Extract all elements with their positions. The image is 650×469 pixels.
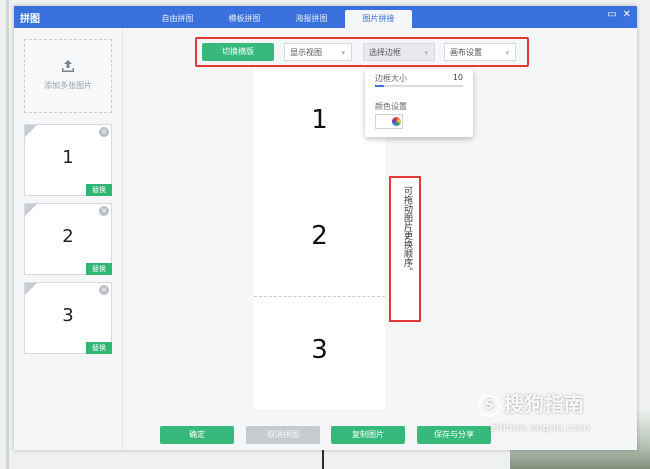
- collage-cell-2[interactable]: 2: [254, 221, 385, 251]
- tab-bar: 自由拼图 模板拼图 海报拼图 图片拼接: [144, 10, 412, 28]
- collage-cell-3[interactable]: 3: [254, 335, 385, 365]
- canvas-select-label: 画布设置: [450, 48, 482, 57]
- maximize-icon[interactable]: ▭: [607, 9, 616, 20]
- replace-button[interactable]: 替换: [86, 263, 112, 275]
- tab-poster-collage[interactable]: 海报拼图: [278, 10, 345, 28]
- drag-hint-text: 可拖动图片更换顺序。: [402, 186, 412, 276]
- border-select[interactable]: 选择边框 ▾: [363, 43, 435, 61]
- view-select[interactable]: 显示视图 ▾: [284, 43, 352, 61]
- background-post: [6, 0, 9, 469]
- remove-icon[interactable]: ×: [99, 206, 109, 216]
- canvas-select[interactable]: 画布设置 ▾: [444, 43, 516, 61]
- drag-hint-note: 可拖动图片更换顺序。: [389, 176, 421, 322]
- canvas-area: 切换横版 显示视图 ▾ 选择边框 ▾ 画布设置 ▾ 1 2 3 边框大小 10: [123, 28, 637, 450]
- tab-free-collage[interactable]: 自由拼图: [144, 10, 211, 28]
- sogou-logo-icon: S: [478, 394, 500, 417]
- add-images-button[interactable]: 添加多张图片: [24, 39, 112, 113]
- copy-image-button[interactable]: 复制图片: [331, 426, 405, 444]
- thumbnail-label: 3: [62, 305, 74, 326]
- border-select-label: 选择边框: [369, 48, 401, 57]
- slider-fill: [375, 85, 384, 87]
- image-sidebar: 添加多张图片 1 × 替换 2 × 替换 3 × 替换: [14, 28, 123, 450]
- watermark-url: zhinan.sogou.com: [490, 421, 591, 434]
- window-controls: ▭ ✕: [607, 9, 631, 20]
- tab-template-collage[interactable]: 模板拼图: [211, 10, 278, 28]
- chevron-down-icon: ▾: [505, 49, 509, 57]
- upload-icon: [62, 60, 74, 72]
- title-bar: 拼图 自由拼图 模板拼图 海报拼图 图片拼接 ▭ ✕: [14, 6, 637, 28]
- cell-divider: [254, 296, 385, 297]
- watermark: S 搜狗指南: [478, 388, 584, 417]
- app-title: 拼图: [20, 14, 40, 25]
- add-images-label: 添加多张图片: [44, 81, 92, 90]
- view-select-label: 显示视图: [290, 48, 322, 57]
- confirm-button[interactable]: 确定: [160, 426, 234, 444]
- save-share-button[interactable]: 保存与分享: [417, 426, 491, 444]
- switch-orientation-button[interactable]: 切换横版: [202, 43, 274, 61]
- thumbnail-label: 1: [62, 147, 74, 168]
- watermark-brand: 搜狗指南: [504, 392, 584, 416]
- replace-button[interactable]: 替换: [86, 184, 112, 196]
- border-size-label: 边框大小: [375, 74, 407, 83]
- thumbnail-corner: [25, 125, 37, 137]
- replace-button[interactable]: 替换: [86, 342, 112, 354]
- chevron-down-icon: ▾: [424, 49, 428, 57]
- tab-image-stitch[interactable]: 图片拼接: [345, 10, 412, 28]
- close-icon[interactable]: ✕: [623, 9, 631, 20]
- color-wheel-icon: [392, 117, 401, 126]
- color-settings-label: 颜色设置: [375, 102, 407, 111]
- thumbnail-corner: [25, 283, 37, 295]
- thumbnail-item[interactable]: 3 × 替换: [24, 282, 112, 354]
- thumbnail-item[interactable]: 2 × 替换: [24, 203, 112, 275]
- border-settings-dropdown: 边框大小 10 颜色设置: [365, 69, 473, 137]
- border-size-slider[interactable]: [375, 85, 463, 87]
- cancel-collage-button[interactable]: 取消拼图: [246, 426, 320, 444]
- border-size-value: 10: [452, 73, 463, 82]
- remove-icon[interactable]: ×: [99, 127, 109, 137]
- thumbnail-item[interactable]: 1 × 替换: [24, 124, 112, 196]
- thumbnail-corner: [25, 204, 37, 216]
- color-picker[interactable]: [375, 114, 403, 129]
- toolbar: 切换横版 显示视图 ▾ 选择边框 ▾ 画布设置 ▾: [195, 37, 529, 67]
- collage-dialog: 拼图 自由拼图 模板拼图 海报拼图 图片拼接 ▭ ✕ 添加多张图片 1 × 替换: [14, 6, 637, 450]
- thumbnail-label: 2: [62, 226, 74, 247]
- remove-icon[interactable]: ×: [99, 285, 109, 295]
- chevron-down-icon: ▾: [341, 49, 345, 57]
